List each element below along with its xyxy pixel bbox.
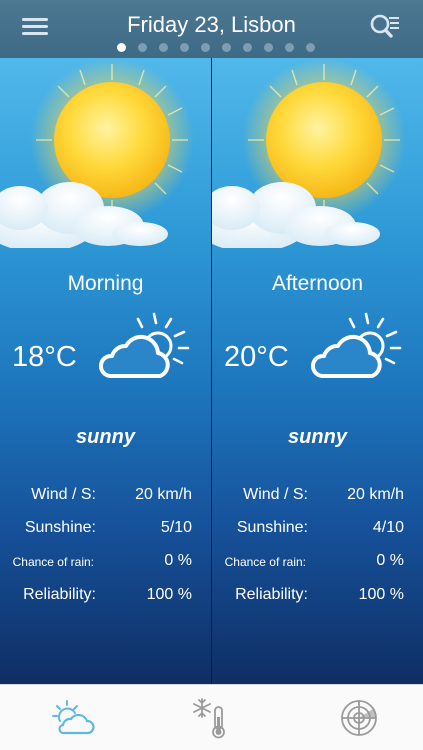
forecast-panels: Morning 18°C sunny Wind / S: 20 km/h Sun…: [0, 58, 423, 684]
wind-value: 20 km/h: [347, 486, 404, 503]
rain-value: 0 %: [376, 552, 404, 569]
page-dot[interactable]: [116, 43, 126, 52]
page-dot[interactable]: [221, 43, 231, 52]
page-dot[interactable]: [305, 43, 315, 52]
reliability-label: Reliability:: [23, 586, 96, 603]
radar-icon: [341, 700, 377, 736]
temperature: 20°C: [224, 341, 289, 373]
page-indicator[interactable]: [0, 43, 423, 52]
period-label: Morning: [67, 272, 144, 295]
partly-sunny-icon: [311, 312, 402, 378]
tab-extreme-weather[interactable]: [188, 695, 234, 741]
page-dot[interactable]: [242, 43, 252, 52]
bottom-tab-bar: [0, 684, 423, 750]
sun-cloud-illustration: [212, 58, 406, 248]
page-dot[interactable]: [263, 43, 273, 52]
menu-button[interactable]: [22, 16, 48, 38]
reliability-value: 100 %: [146, 586, 192, 603]
snow-thermometer-icon: [193, 698, 225, 739]
reliability-label: Reliability:: [235, 586, 308, 603]
page-dot[interactable]: [200, 43, 210, 52]
page-dot[interactable]: [179, 43, 189, 52]
sunshine-label: Sunshine:: [24, 519, 96, 536]
search-list-icon: [370, 14, 399, 38]
page-dot[interactable]: [137, 43, 147, 52]
reliability-value: 100 %: [358, 586, 404, 603]
period-label: Afternoon: [271, 272, 364, 295]
condition-text: sunny: [288, 426, 347, 448]
header-bar: Friday 23, Lisbon: [0, 0, 423, 58]
forecast-panel-morning[interactable]: Morning 18°C sunny Wind / S: 20 km/h Sun…: [0, 58, 211, 684]
partly-cloudy-icon: [52, 700, 95, 735]
sunshine-value: 5/10: [160, 519, 192, 536]
partly-sunny-icon: [99, 312, 190, 378]
tab-radar[interactable]: [336, 695, 382, 741]
tab-forecast[interactable]: [50, 695, 96, 741]
wind-label: Wind / S:: [243, 486, 308, 503]
forecast-panel-afternoon[interactable]: Afternoon 20°C sunny Wind / S: 20 km/h S…: [211, 58, 423, 684]
sunshine-label: Sunshine:: [236, 519, 308, 536]
page-dot[interactable]: [158, 43, 168, 52]
rain-label: Chance of rain:: [12, 555, 94, 569]
page-dot[interactable]: [284, 43, 294, 52]
condition-text: sunny: [76, 426, 135, 448]
rain-label: Chance of rain:: [224, 555, 306, 569]
search-button[interactable]: [369, 13, 401, 41]
page-title: Friday 23, Lisbon: [127, 12, 296, 37]
sunshine-value: 4/10: [372, 519, 404, 536]
wind-value: 20 km/h: [135, 486, 192, 503]
sun-cloud-illustration: [0, 58, 194, 248]
temperature: 18°C: [12, 341, 77, 373]
wind-label: Wind / S:: [31, 486, 96, 503]
rain-value: 0 %: [164, 552, 192, 569]
menu-icon: [22, 18, 48, 21]
